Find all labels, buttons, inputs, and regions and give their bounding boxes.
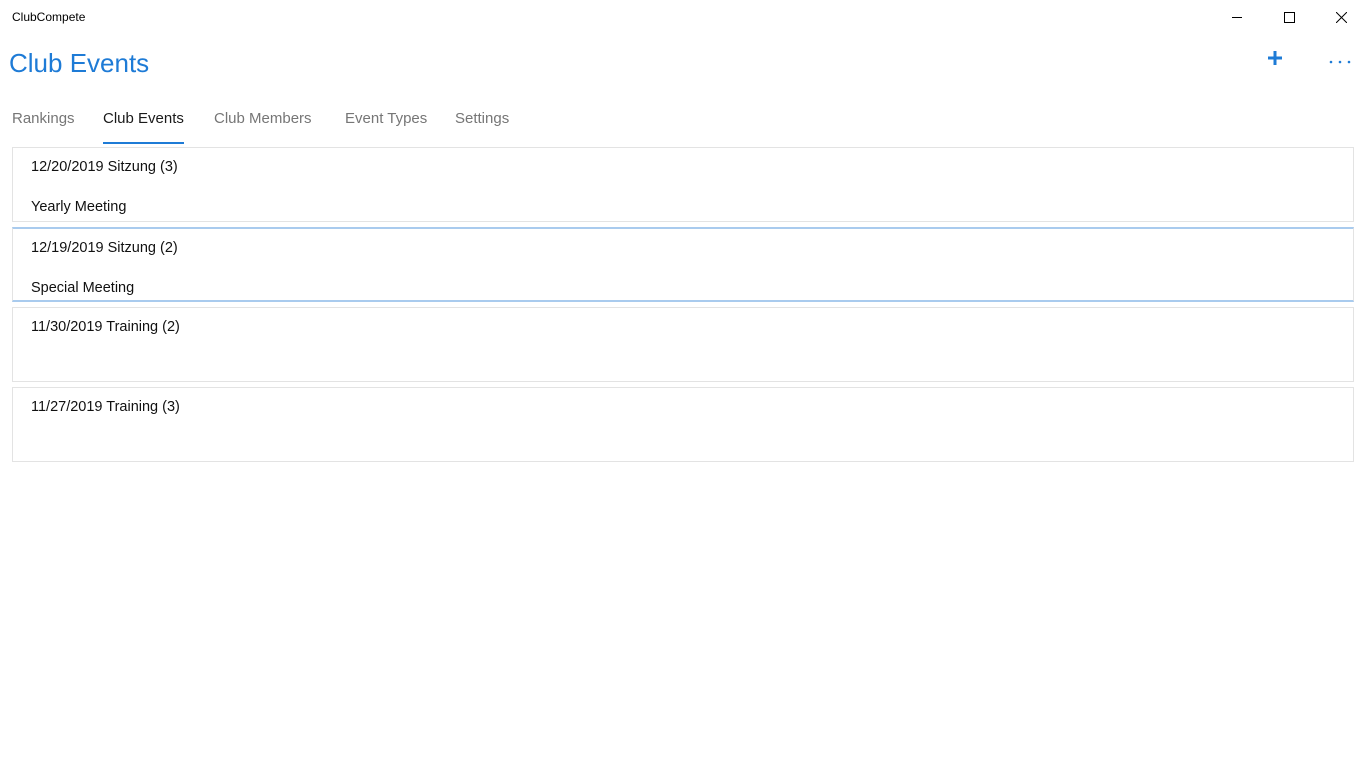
plus-icon: [1268, 50, 1282, 70]
tab-rankings[interactable]: Rankings: [12, 104, 75, 144]
close-button[interactable]: [1318, 0, 1364, 34]
minimize-button[interactable]: [1214, 0, 1260, 34]
tab-club-events[interactable]: Club Events: [103, 104, 184, 144]
add-event-button[interactable]: [1259, 44, 1291, 76]
tab-event-types[interactable]: Event Types: [345, 104, 427, 144]
page-title: Club Events: [9, 48, 150, 78]
more-options-button[interactable]: [1322, 44, 1358, 76]
event-list-item[interactable]: 12/20/2019 Sitzung (3) Yearly Meeting: [12, 147, 1354, 222]
event-description: Yearly Meeting: [31, 199, 127, 215]
maximize-icon: [1283, 11, 1295, 23]
tab-club-members[interactable]: Club Members: [214, 104, 312, 144]
event-list-item[interactable]: 11/27/2019 Training (3): [12, 387, 1354, 462]
event-list-item-selected[interactable]: 12/19/2019 Sitzung (2) Special Meeting: [12, 227, 1354, 302]
event-list-item[interactable]: 11/30/2019 Training (2): [12, 307, 1354, 382]
event-description: Special Meeting: [31, 280, 135, 296]
event-heading: 11/27/2019 Training (3): [31, 399, 180, 415]
more-icon: [1329, 51, 1351, 69]
tab-settings[interactable]: Settings: [455, 104, 509, 144]
event-heading: 12/20/2019 Sitzung (3): [31, 159, 178, 175]
title-bar: ClubCompete: [0, 0, 1366, 34]
event-description: [31, 437, 1353, 457]
maximize-button[interactable]: [1266, 0, 1312, 34]
event-heading: 12/19/2019 Sitzung (2): [31, 240, 178, 256]
close-icon: [1335, 11, 1347, 23]
event-list: 12/20/2019 Sitzung (3) Yearly Meeting 12…: [12, 147, 1354, 467]
event-description: [31, 357, 1353, 377]
event-heading: 11/30/2019 Training (2): [31, 319, 180, 335]
minimize-icon: [1232, 12, 1242, 22]
app-title: ClubCompete: [12, 10, 86, 24]
